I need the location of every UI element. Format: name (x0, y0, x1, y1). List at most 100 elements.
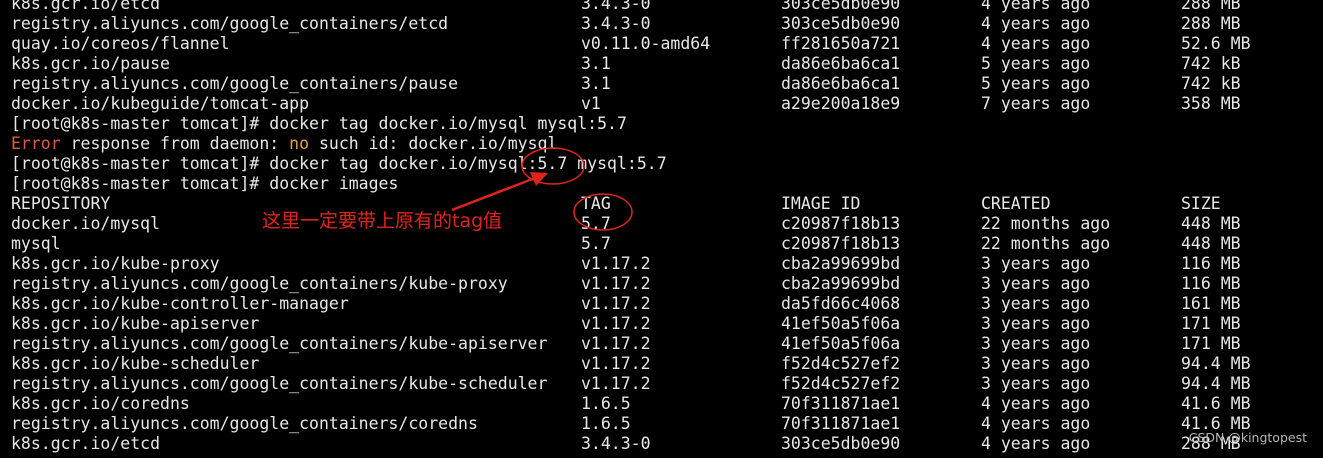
size-cell: 171 MB (1181, 334, 1241, 353)
tag-cell: 3.4.3-0 (581, 0, 651, 13)
tag-cell: 3.1 (581, 54, 611, 73)
size-cell: 358 MB (1181, 94, 1241, 113)
image-id-cell: f52d4c527ef2 (781, 374, 901, 393)
size-cell: 161 MB (1181, 294, 1241, 313)
repository-cell: k8s.gcr.io/kube-proxy (11, 254, 220, 273)
tag-cell: 3.4.3-0 (581, 14, 651, 33)
size-cell: 288 MB (1181, 14, 1241, 33)
tag-cell: v1.17.2 (581, 254, 651, 273)
created-cell: 7 years ago (981, 94, 1091, 113)
error-text: response from daemon: (60, 134, 290, 153)
repository-cell: docker.io/kubeguide/tomcat-app (11, 94, 310, 113)
error-word: Error (11, 134, 61, 153)
repository-cell: registry.aliyuncs.com/google_containers/… (11, 274, 508, 293)
size-cell: SIZE (1181, 194, 1221, 213)
tag-cell: 1.6.5 (581, 394, 631, 413)
image-id-cell: IMAGE ID (781, 194, 861, 213)
image-id-cell: cba2a99699bd (781, 274, 901, 293)
created-cell: 3 years ago (981, 314, 1091, 333)
tag-cell: 3.1 (581, 74, 611, 93)
created-cell: 4 years ago (981, 14, 1091, 33)
created-cell: 4 years ago (981, 414, 1091, 433)
created-cell: 3 years ago (981, 274, 1091, 293)
created-cell: 4 years ago (981, 434, 1091, 453)
image-id-cell: 70f311871ae1 (781, 414, 901, 433)
repository-cell: k8s.gcr.io/kube-scheduler (11, 354, 260, 373)
created-cell: 3 years ago (981, 294, 1091, 313)
tag-cell: v1.17.2 (581, 294, 651, 313)
repository-cell: mysql (11, 234, 61, 253)
repository-cell: k8s.gcr.io/pause (11, 54, 170, 73)
tag-cell: v1.17.2 (581, 274, 651, 293)
image-id-cell: 41ef50a5f06a (781, 334, 901, 353)
command-line-text: [root@k8s-master tomcat]# docker tag doc… (11, 114, 627, 133)
image-id-cell: da86e6ba6ca1 (781, 74, 901, 93)
repository-cell: registry.aliyuncs.com/google_containers/… (11, 374, 548, 393)
tag-cell: 5.7 (581, 214, 611, 233)
tag-cell: 5.7 (581, 234, 611, 253)
repository-cell: k8s.gcr.io/coredns (11, 394, 190, 413)
size-cell: 742 kB (1181, 54, 1241, 73)
size-cell: 52.6 MB (1181, 34, 1251, 53)
image-id-cell: 303ce5db0e90 (781, 14, 901, 33)
image-id-cell: c20987f18b13 (781, 214, 901, 233)
created-cell: 4 years ago (981, 34, 1091, 53)
repository-cell: quay.io/coreos/flannel (11, 34, 230, 53)
image-id-cell: 70f311871ae1 (781, 394, 901, 413)
error-keyword: no (289, 134, 310, 153)
tag-cell: v1.17.2 (581, 334, 651, 353)
image-id-cell: da86e6ba6ca1 (781, 54, 901, 73)
created-cell: 3 years ago (981, 334, 1091, 353)
created-cell: 4 years ago (981, 0, 1091, 13)
created-cell: 22 months ago (981, 234, 1111, 253)
created-cell: CREATED (981, 194, 1051, 213)
created-cell: 5 years ago (981, 74, 1091, 93)
tag-cell: v0.11.0-amd64 (581, 34, 711, 53)
size-cell: 41.6 MB (1181, 394, 1251, 413)
image-id-cell: a29e200a18e9 (781, 94, 901, 113)
size-cell: 448 MB (1181, 214, 1241, 233)
created-cell: 3 years ago (981, 354, 1091, 373)
size-cell: 116 MB (1181, 254, 1241, 273)
repository-cell: k8s.gcr.io/kube-apiserver (11, 314, 260, 333)
repository-cell: registry.aliyuncs.com/google_containers/… (11, 414, 478, 433)
image-id-cell: f52d4c527ef2 (781, 354, 901, 373)
size-cell: 94.4 MB (1181, 354, 1251, 373)
created-cell: 4 years ago (981, 394, 1091, 413)
error-text: such id: docker.io/mysql (309, 134, 558, 153)
image-id-cell: da5fd66c4068 (781, 294, 901, 313)
tag-cell: v1.17.2 (581, 314, 651, 333)
created-cell: 3 years ago (981, 254, 1091, 273)
annotation-note: 这里一定要带上原有的tag值 (262, 210, 503, 232)
repository-cell: registry.aliyuncs.com/google_containers/… (11, 74, 459, 93)
tag-cell: 1.6.5 (581, 414, 631, 433)
repository-cell: registry.aliyuncs.com/google_containers/… (11, 14, 449, 33)
repository-cell: k8s.gcr.io/kube-controller-manager (11, 294, 349, 313)
repository-cell: REPOSITORY (11, 194, 111, 213)
image-id-cell: 303ce5db0e90 (781, 434, 901, 453)
annotation-arrowhead (530, 172, 548, 186)
image-id-cell: cba2a99699bd (781, 254, 901, 273)
size-cell: 448 MB (1181, 234, 1241, 253)
created-cell: 5 years ago (981, 54, 1091, 73)
image-id-cell: c20987f18b13 (781, 234, 901, 253)
command-line-text: [root@k8s-master tomcat]# docker tag doc… (11, 154, 667, 173)
tag-cell: v1.17.2 (581, 354, 651, 373)
image-id-cell: 303ce5db0e90 (781, 0, 901, 13)
repository-cell: docker.io/mysql (11, 214, 161, 233)
size-cell: 171 MB (1181, 314, 1241, 333)
terminal-window[interactable]: k8s.gcr.io/etcd 3.4.3-0 303ce5db0e90 4 year… (0, 0, 1323, 458)
error-message: Error response from daemon: no such id: … (11, 134, 557, 154)
size-cell: 116 MB (1181, 274, 1241, 293)
command-line-text: [root@k8s-master tomcat]# docker images (11, 174, 399, 193)
size-cell: 94.4 MB (1181, 374, 1251, 393)
size-cell: 288 MB (1181, 0, 1241, 13)
tag-cell: 3.4.3-0 (581, 434, 651, 453)
tag-cell: v1.17.2 (581, 374, 651, 393)
repository-cell: k8s.gcr.io/etcd (11, 0, 161, 13)
repository-cell: registry.aliyuncs.com/google_containers/… (11, 334, 548, 353)
size-cell: 742 kB (1181, 74, 1241, 93)
watermark: CSDN @kingtopest (1188, 430, 1307, 445)
repository-cell: k8s.gcr.io/etcd (11, 434, 161, 453)
created-cell: 3 years ago (981, 374, 1091, 393)
